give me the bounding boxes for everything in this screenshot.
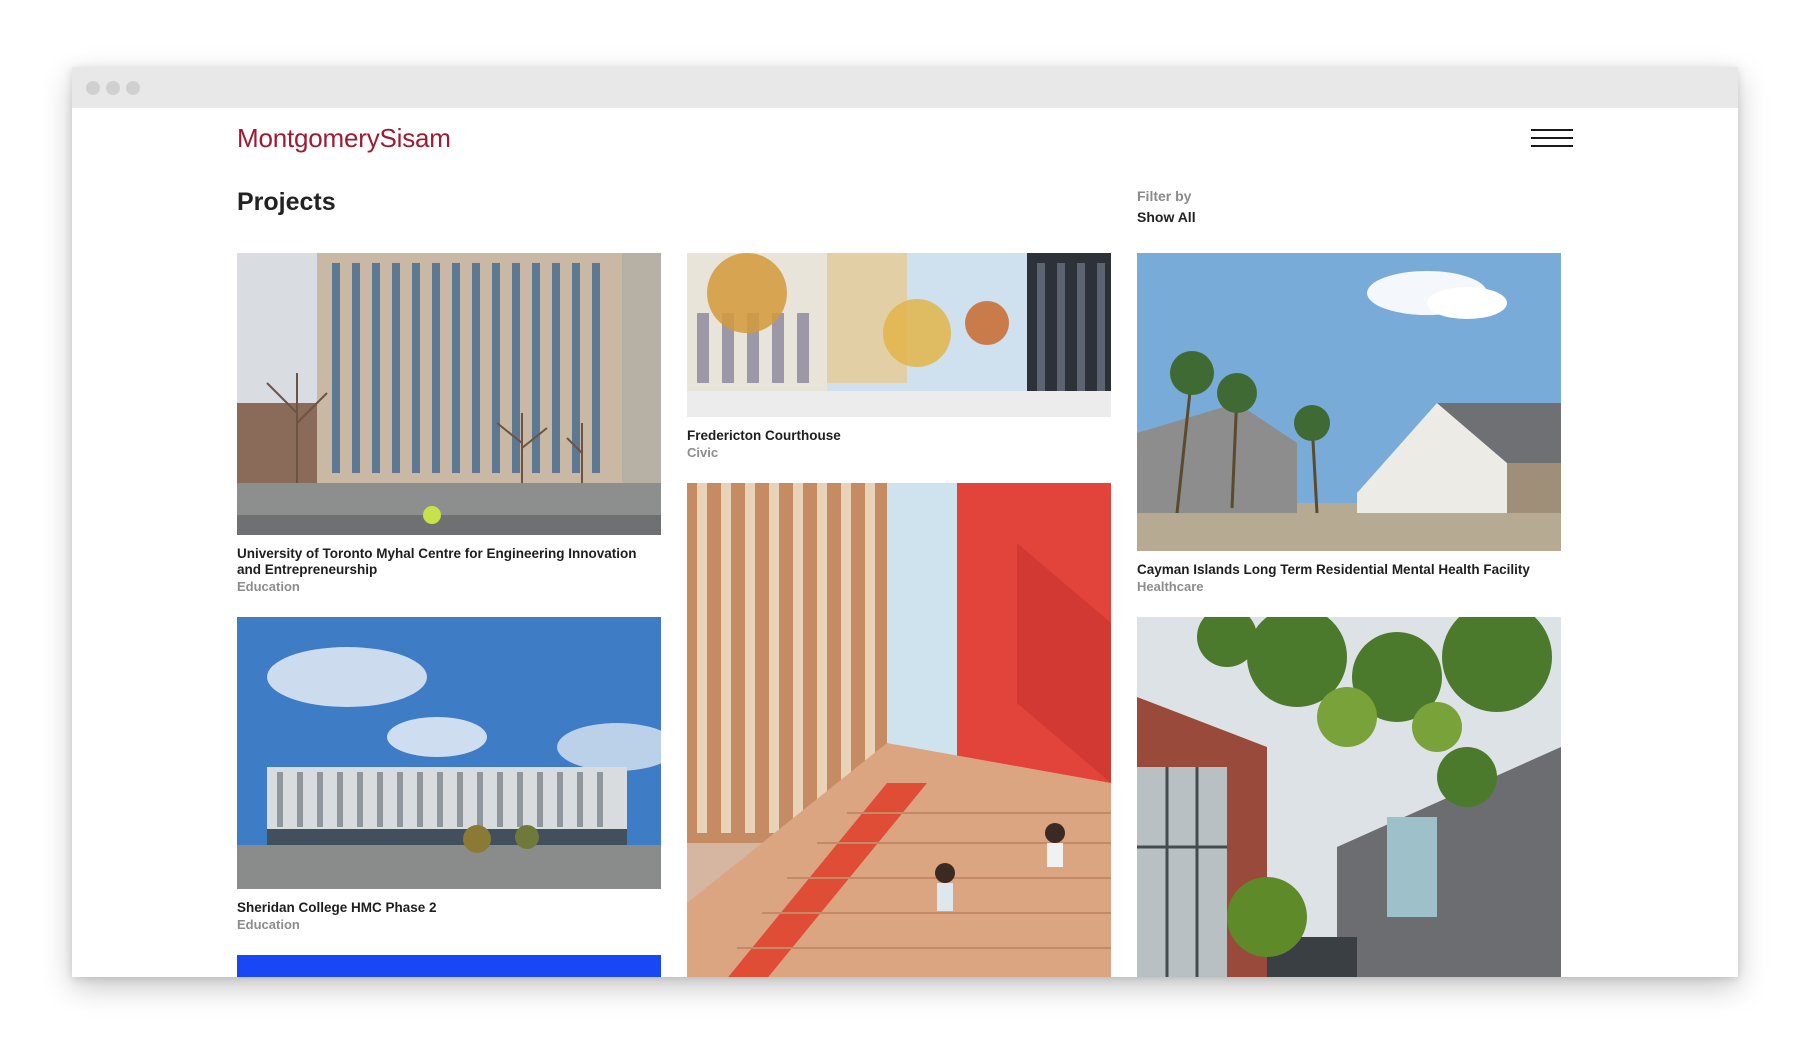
brand-logo[interactable]: MontgomerySisam	[237, 123, 451, 154]
project-image-fredericton[interactable]	[687, 253, 1111, 417]
project-title[interactable]: Fredericton Courthouse	[687, 428, 1111, 444]
project-image-staircase[interactable]	[687, 483, 1111, 977]
project-image-cayman[interactable]	[1137, 253, 1561, 551]
filter-label: Filter by	[1137, 188, 1192, 204]
page-viewport: MontgomerySisam Projects Filter by Show …	[72, 108, 1738, 977]
window-minimize-dot[interactable]	[106, 81, 120, 95]
project-card[interactable]: Fredericton Courthouse Civic	[687, 253, 1111, 461]
project-card[interactable]: Cayman Islands Long Term Residential Men…	[1137, 253, 1561, 595]
project-image-myhal[interactable]	[237, 253, 661, 535]
project-card[interactable]	[687, 483, 1111, 977]
project-category: Civic	[687, 445, 719, 460]
project-card[interactable]: Sheridan College HMC Phase 2 Education	[237, 617, 661, 933]
window-close-dot[interactable]	[86, 81, 100, 95]
browser-window: MontgomerySisam Projects Filter by Show …	[72, 67, 1738, 977]
window-maximize-dot[interactable]	[126, 81, 140, 95]
project-card[interactable]	[1137, 617, 1561, 977]
project-image-brick-building[interactable]	[1137, 617, 1561, 977]
filter-dropdown[interactable]: Show All	[1137, 209, 1196, 225]
project-card[interactable]	[237, 955, 661, 977]
project-title[interactable]: Cayman Islands Long Term Residential Men…	[1137, 562, 1561, 578]
project-image-sheridan[interactable]	[237, 617, 661, 889]
project-category: Education	[237, 917, 300, 932]
project-image-blue[interactable]	[237, 955, 661, 977]
project-category: Education	[237, 579, 300, 594]
hamburger-menu-icon[interactable]	[1531, 128, 1573, 152]
project-title[interactable]: University of Toronto Myhal Centre for E…	[237, 546, 661, 578]
project-title[interactable]: Sheridan College HMC Phase 2	[237, 900, 661, 916]
project-category: Healthcare	[1137, 579, 1204, 594]
page-title: Projects	[237, 188, 336, 216]
window-titlebar	[72, 67, 1738, 108]
project-card[interactable]: University of Toronto Myhal Centre for E…	[237, 253, 661, 595]
